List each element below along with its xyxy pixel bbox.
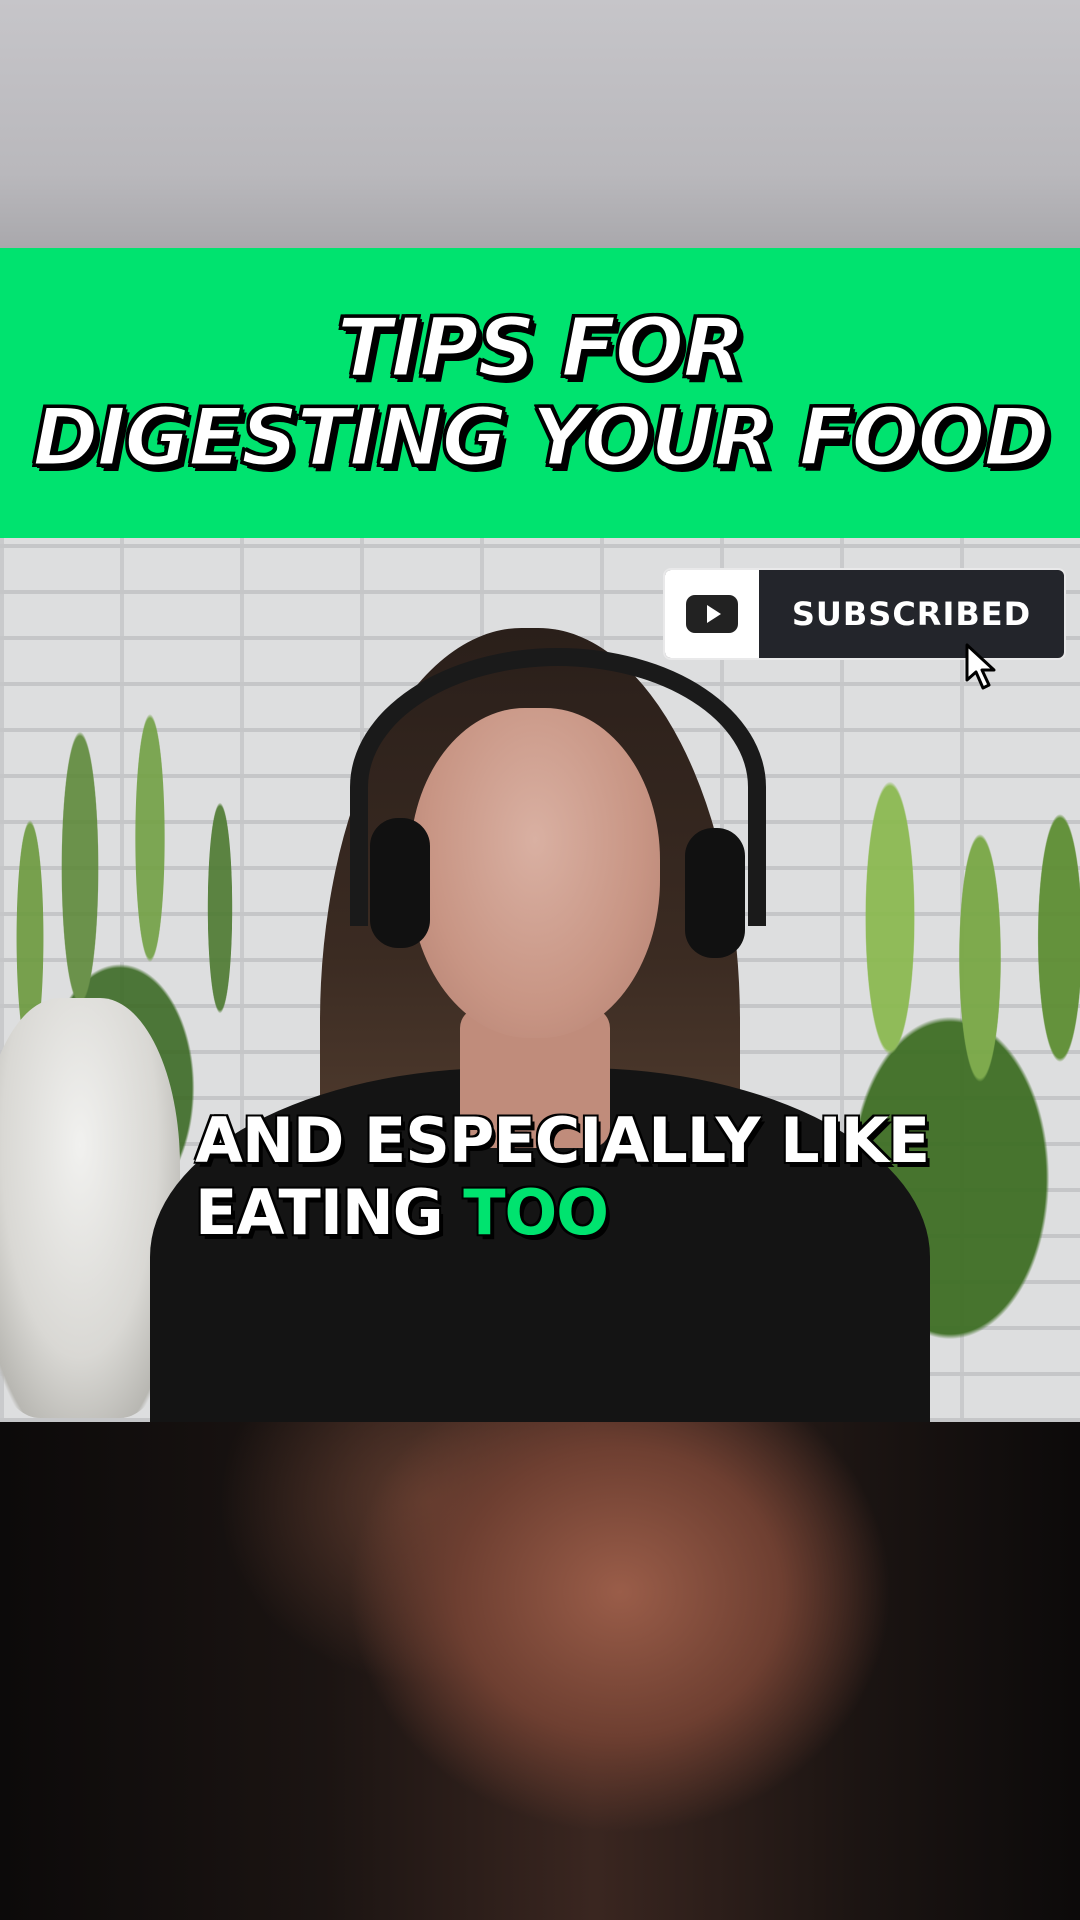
bottom-blurred-band <box>0 1422 1080 1920</box>
cursor-arrow-icon <box>965 643 996 690</box>
title-line-2: DIGESTING YOUR FOOD <box>31 391 1051 484</box>
subscribe-label: SUBSCRIBED <box>791 595 1032 633</box>
youtube-logo-box <box>665 570 759 658</box>
youtube-play-icon <box>686 595 738 633</box>
caption-line-2: EATING TOO <box>195 1177 929 1249</box>
play-triangle-icon <box>707 605 721 623</box>
title-line-1: TIPS FOR <box>335 301 747 396</box>
caption-line-1: AND ESPECIALLY LIKE <box>195 1104 930 1177</box>
video-content <box>0 538 1080 1422</box>
headphone-right-cup <box>685 828 745 958</box>
caption-plain-text: EATING <box>195 1176 464 1249</box>
video-frame: TIPS FOR DIGESTING YOUR FOOD SUBSCRIBED … <box>0 0 1080 1920</box>
speaker <box>130 628 990 1422</box>
caption-highlight-word: TOO <box>463 1176 609 1249</box>
title-banner: TIPS FOR DIGESTING YOUR FOOD <box>0 248 1080 538</box>
subtitle-caption: AND ESPECIALLY LIKE EATING TOO <box>195 1104 930 1249</box>
top-blurred-band <box>0 0 1080 248</box>
subscribe-button[interactable]: SUBSCRIBED <box>663 568 1066 660</box>
headphone-left-cup <box>370 818 430 948</box>
